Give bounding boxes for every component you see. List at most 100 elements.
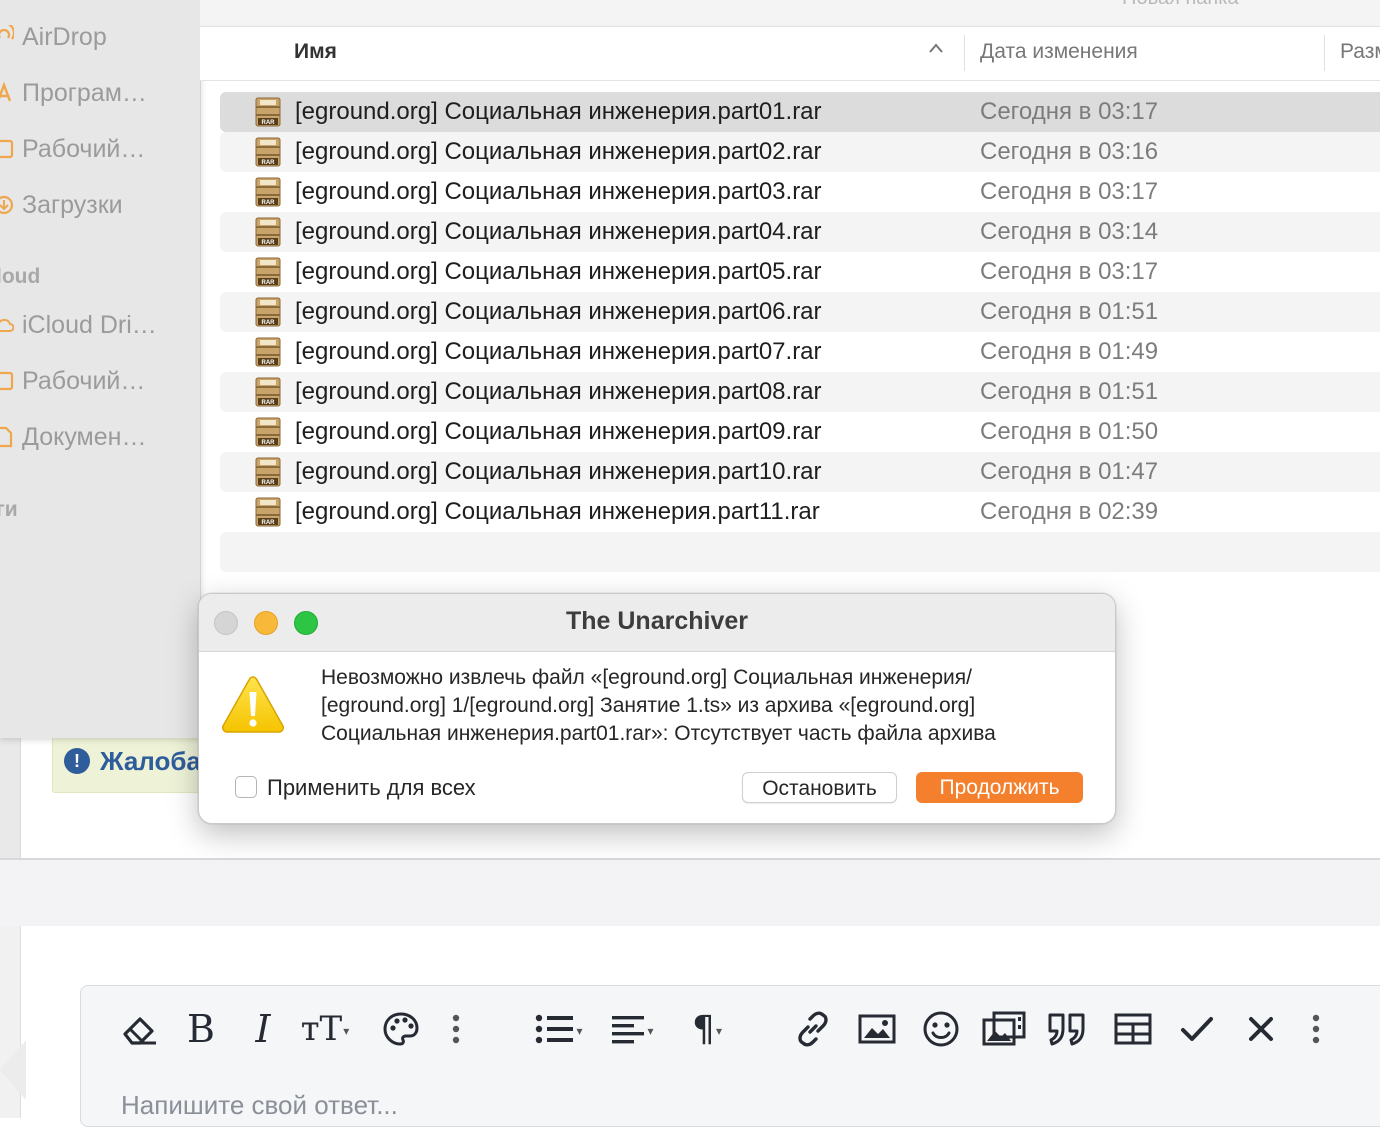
rar-archive-icon: RAR bbox=[255, 217, 281, 247]
media-icon[interactable] bbox=[981, 1006, 1029, 1052]
file-name: [eground.org] Социальная инженерия.part0… bbox=[295, 378, 822, 405]
sidebar-label: Загрузки bbox=[22, 190, 123, 219]
reply-editor[interactable]: B I тT ▾ ▾ ▾ ¶ ▾ Напишите свой ответ... bbox=[80, 985, 1380, 1127]
file-date: Сегодня в 03:17 bbox=[980, 258, 1159, 285]
more-vertical-icon[interactable] bbox=[443, 1006, 469, 1052]
emoji-icon[interactable] bbox=[919, 1006, 963, 1052]
link-icon[interactable] bbox=[791, 1006, 835, 1052]
downloads-icon bbox=[0, 193, 14, 217]
sidebar-item-airdrop[interactable]: AirDrop bbox=[0, 17, 107, 57]
rar-archive-icon: RAR bbox=[255, 377, 281, 407]
sidebar-label: AirDrop bbox=[22, 22, 107, 51]
svg-text:RAR: RAR bbox=[262, 120, 276, 126]
file-name: [eground.org] Социальная инженерия.part1… bbox=[295, 458, 822, 485]
file-row[interactable]: RAR [eground.org] Социальная инженерия.pa… bbox=[220, 492, 1380, 532]
rar-archive-icon: RAR bbox=[255, 457, 281, 487]
sidebar-item-applications[interactable]: Програм… bbox=[0, 73, 147, 113]
sidebar-heading-tags: ги bbox=[0, 498, 18, 521]
sidebar-label: Рабочий… bbox=[22, 366, 146, 395]
column-size-header[interactable]: Разм bbox=[1340, 40, 1380, 64]
file-row[interactable]: RAR [eground.org] Социальная инженерия.pa… bbox=[220, 412, 1380, 452]
rar-archive-icon: RAR bbox=[255, 137, 281, 167]
unarchiver-dialog: The Unarchiver Невозможно извлечь файл «… bbox=[198, 593, 1116, 824]
sidebar-label: Рабочий… bbox=[22, 134, 146, 163]
continue-button[interactable]: Продолжить bbox=[916, 772, 1083, 803]
stop-button[interactable]: Остановить bbox=[742, 772, 897, 803]
sidebar-item-icloud-desktop[interactable]: Рабочий… bbox=[0, 361, 145, 401]
file-date: Сегодня в 03:16 bbox=[980, 138, 1159, 165]
page-band bbox=[0, 860, 1380, 926]
close-icon[interactable] bbox=[1241, 1006, 1281, 1052]
apply-all-label[interactable]: Применить для всех bbox=[267, 775, 476, 801]
file-name: [eground.org] Социальная инженерия.part0… bbox=[295, 218, 822, 245]
message-line: [eground.org] 1/[eground.org] Занятие 1.… bbox=[321, 694, 976, 717]
text-size-icon[interactable]: тT ▾ bbox=[295, 1006, 355, 1052]
svg-text:RAR: RAR bbox=[262, 400, 276, 406]
file-row[interactable]: RAR [eground.org] Социальная инженерия.pa… bbox=[220, 332, 1380, 372]
column-date-header[interactable]: Дата изменения bbox=[980, 40, 1138, 64]
palette-icon[interactable] bbox=[379, 1006, 423, 1052]
icloud-icon bbox=[0, 313, 14, 337]
quote-icon[interactable] bbox=[1043, 1006, 1091, 1052]
file-name: [eground.org] Социальная инженерия.part0… bbox=[295, 298, 822, 325]
image-icon[interactable] bbox=[855, 1006, 899, 1052]
column-header: Имя Дата изменения Разм bbox=[200, 27, 1380, 81]
rar-archive-icon: RAR bbox=[255, 177, 281, 207]
more-vertical-icon[interactable] bbox=[1303, 1006, 1329, 1052]
file-name: [eground.org] Социальная инженерия.part0… bbox=[295, 258, 822, 285]
bold-icon[interactable]: B bbox=[181, 1006, 221, 1052]
sidebar-item-documents[interactable]: Докумен… bbox=[0, 417, 146, 457]
file-name: [eground.org] Социальная инженерия.part0… bbox=[295, 418, 822, 445]
check-icon[interactable] bbox=[1177, 1006, 1217, 1052]
documents-icon bbox=[0, 425, 14, 449]
column-name-header[interactable]: Имя bbox=[294, 40, 337, 64]
chevron-left-icon[interactable] bbox=[0, 1040, 26, 1100]
finder-sidebar: AirDrop Програм… Рабочий… Загрузки loud bbox=[0, 0, 201, 738]
window-title: Новая папка bbox=[1122, 0, 1239, 10]
file-date: Сегодня в 01:50 bbox=[980, 418, 1159, 445]
paragraph-icon[interactable]: ¶ ▾ bbox=[679, 1006, 735, 1052]
svg-text:RAR: RAR bbox=[262, 480, 276, 486]
chevron-up-icon[interactable] bbox=[928, 41, 944, 59]
finder-toolbar: Новая папка bbox=[200, 0, 1380, 27]
table-icon[interactable] bbox=[1111, 1006, 1155, 1052]
sidebar-item-downloads[interactable]: Загрузки bbox=[0, 185, 123, 225]
message-line: Невозможно извлечь файл «[eground.org] С… bbox=[321, 666, 972, 689]
sidebar-item-icloud-drive[interactable]: iCloud Dri… bbox=[0, 305, 157, 345]
svg-text:RAR: RAR bbox=[262, 200, 276, 206]
svg-text:RAR: RAR bbox=[262, 520, 276, 526]
file-date: Сегодня в 03:17 bbox=[980, 98, 1159, 125]
file-row[interactable]: RAR [eground.org] Социальная инженерия.pa… bbox=[220, 92, 1380, 132]
file-row[interactable]: RAR [eground.org] Социальная инженерия.pa… bbox=[220, 132, 1380, 172]
report-label: Жалоба bbox=[100, 746, 201, 776]
italic-icon[interactable]: I bbox=[243, 1006, 283, 1052]
apply-all-checkbox[interactable] bbox=[235, 776, 257, 798]
page-left-margin bbox=[0, 738, 21, 860]
sidebar-heading-icloud: loud bbox=[0, 265, 41, 288]
svg-text:RAR: RAR bbox=[262, 320, 276, 326]
rar-archive-icon: RAR bbox=[255, 417, 281, 447]
sidebar-label: Програм… bbox=[22, 78, 147, 107]
warning-icon bbox=[221, 674, 285, 734]
file-row[interactable]: RAR [eground.org] Социальная инженерия.pa… bbox=[220, 292, 1380, 332]
file-date: Сегодня в 01:51 bbox=[980, 378, 1159, 405]
rar-archive-icon: RAR bbox=[255, 297, 281, 327]
file-row[interactable]: RAR [eground.org] Социальная инженерия.pa… bbox=[220, 212, 1380, 252]
reply-placeholder[interactable]: Напишите свой ответ... bbox=[121, 1090, 398, 1121]
rar-archive-icon: RAR bbox=[255, 497, 281, 527]
file-row[interactable]: RAR [eground.org] Социальная инженерия.pa… bbox=[220, 252, 1380, 292]
exclamation-icon: ! bbox=[64, 748, 90, 774]
column-divider[interactable] bbox=[1324, 35, 1325, 71]
column-divider[interactable] bbox=[964, 35, 965, 71]
file-row[interactable]: RAR [eground.org] Социальная инженерия.pa… bbox=[220, 172, 1380, 212]
sidebar-label: Докумен… bbox=[22, 422, 147, 451]
eraser-icon[interactable] bbox=[117, 1006, 161, 1052]
sidebar-item-desktop[interactable]: Рабочий… bbox=[0, 129, 145, 169]
align-icon[interactable]: ▾ bbox=[605, 1006, 661, 1052]
list-icon[interactable]: ▾ bbox=[531, 1006, 587, 1052]
file-row[interactable]: RAR [eground.org] Социальная инженерия.pa… bbox=[220, 452, 1380, 492]
file-name: [eground.org] Социальная инженерия.part0… bbox=[295, 138, 822, 165]
file-date: Сегодня в 03:17 bbox=[980, 178, 1159, 205]
file-row[interactable]: RAR [eground.org] Социальная инженерия.pa… bbox=[220, 372, 1380, 412]
dialog-titlebar: The Unarchiver bbox=[199, 594, 1115, 652]
